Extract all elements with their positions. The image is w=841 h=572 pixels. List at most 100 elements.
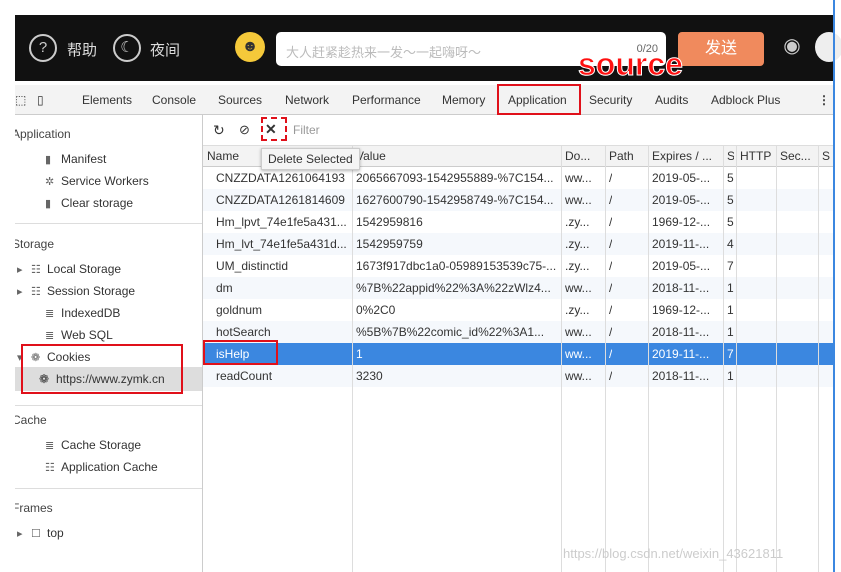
table-row[interactable]: hotSearch %5B%7B%22comic_id%22%3A1... ww..…: [203, 321, 833, 343]
table-cell: ww...: [565, 193, 592, 207]
table-cell: dm: [216, 281, 233, 295]
night-mode-icon[interactable]: ☾: [113, 34, 141, 62]
section-storage: Storage: [15, 237, 55, 251]
device-toolbar-icon[interactable]: ▯: [37, 93, 44, 107]
table-cell: 3230: [356, 369, 383, 383]
sidebar-item-indexeddb[interactable]: ≣ IndexedDB: [45, 306, 120, 320]
table-cell: 7: [727, 259, 734, 273]
column-divider[interactable]: [723, 145, 724, 572]
eye-icon[interactable]: ◉: [778, 34, 806, 62]
help-icon[interactable]: ?: [29, 34, 57, 62]
emoji-icon[interactable]: ☻: [235, 32, 265, 62]
database-icon: ≣: [45, 330, 55, 342]
sidebar-item-clear-storage[interactable]: ▮ Clear storage: [45, 196, 133, 210]
table-cell: CNZZDATA1261814609: [216, 193, 345, 207]
label: Local Storage: [47, 262, 122, 276]
table-row[interactable]: UM_distinctid 1673f917dbc1a0-05989153539c…: [203, 255, 833, 277]
chat-placeholder: 大人赶紧趁热来一发～一起嗨呀～: [286, 45, 482, 60]
expand-arrow-icon[interactable]: ▸: [17, 263, 27, 276]
sidebar-item-manifest[interactable]: ▮ Manifest: [45, 152, 106, 166]
expand-arrow-icon[interactable]: ▸: [17, 285, 27, 298]
sidebar-item-cache-storage[interactable]: ≣ Cache Storage: [45, 438, 141, 452]
table-cell: /: [609, 259, 613, 273]
table-cell: ww...: [565, 369, 592, 383]
tab-audits[interactable]: Audits: [655, 93, 688, 107]
label: Web SQL: [61, 328, 113, 342]
sidebar-item-session-storage[interactable]: ▸ ☷ Session Storage: [17, 284, 135, 298]
table-row[interactable]: CNZZDATA1261814609 1627600790-1542958749-…: [203, 189, 833, 211]
clear-all-icon[interactable]: ⊘: [239, 122, 250, 138]
table-cell: 4: [727, 237, 734, 251]
table-cell: CNZZDATA1261064193: [216, 171, 345, 185]
table-row[interactable]: CNZZDATA1261064193 2065667093-1542955889-…: [203, 167, 833, 189]
table-row[interactable]: goldnum 0%2C0 .zy... / 1969-12-... 1: [203, 299, 833, 321]
label: top: [47, 526, 64, 540]
sidebar-item-top-frame[interactable]: ▸ ☐ top: [17, 526, 64, 540]
tab-console[interactable]: Console: [152, 93, 196, 107]
table-cell: 1542959816: [356, 215, 423, 229]
table-row[interactable]: Hm_lvt_74e1fe5a431d... 1542959759 .zy... / 2…: [203, 233, 833, 255]
column-divider[interactable]: [648, 145, 649, 572]
section-application: Application: [15, 127, 71, 141]
table-cell: ww...: [565, 171, 592, 185]
send-button[interactable]: 发送: [678, 32, 764, 66]
avatar[interactable]: [815, 32, 841, 62]
sidebar-item-local-storage[interactable]: ▸ ☷ Local Storage: [17, 262, 121, 276]
column-divider[interactable]: [818, 145, 819, 572]
label: Session Storage: [47, 284, 136, 298]
column-header[interactable]: Do...: [565, 149, 590, 163]
highlight-box: [261, 117, 287, 141]
inspect-icon[interactable]: ⬚: [15, 93, 26, 107]
column-header[interactable]: S: [822, 149, 830, 163]
tab-elements[interactable]: Elements: [82, 93, 132, 107]
column-header[interactable]: Value: [356, 149, 386, 163]
highlight-box: [21, 344, 183, 394]
tab-sources[interactable]: Sources: [218, 93, 262, 107]
table-row[interactable]: readCount 3230 ww... / 2018-11-... 1: [203, 365, 833, 387]
table-row[interactable]: Hm_lpvt_74e1fe5a431... 1542959816 .zy... / 1…: [203, 211, 833, 233]
column-divider[interactable]: [352, 145, 353, 572]
tab-memory[interactable]: Memory: [442, 93, 485, 107]
table-cell: /: [609, 347, 613, 361]
column-header[interactable]: Name: [207, 149, 239, 163]
sidebar-item-service-workers[interactable]: ✲ Service Workers: [45, 174, 149, 188]
column-header[interactable]: Sec...: [780, 149, 811, 163]
table-cell: 5: [727, 171, 734, 185]
section-cache: Cache: [15, 413, 47, 427]
tab-security[interactable]: Security: [589, 93, 632, 107]
table-cell: 2019-05-...: [652, 259, 711, 273]
tab-network[interactable]: Network: [285, 93, 329, 107]
more-icon[interactable]: ⋮: [818, 93, 830, 107]
label: Application Cache: [61, 460, 158, 474]
help-link[interactable]: 帮助: [67, 39, 97, 60]
column-divider[interactable]: [736, 145, 737, 572]
table-cell: hotSearch: [216, 325, 271, 339]
column-divider[interactable]: [776, 145, 777, 572]
cookies-panel: ↻ ⊘ ✕ Filter CNZZDATA1261064193 206566709…: [203, 115, 833, 572]
label: Clear storage: [61, 196, 134, 210]
refresh-icon[interactable]: ↻: [213, 122, 225, 139]
tab-performance[interactable]: Performance: [352, 93, 421, 107]
column-divider[interactable]: [561, 145, 562, 572]
table-row[interactable]: isHelp 1 ww.../2019-11-... 7: [203, 343, 833, 365]
column-header[interactable]: Path: [609, 149, 634, 163]
table-cell: 1627600790-1542958749-%7C154...: [356, 193, 554, 207]
filter-input[interactable]: Filter: [289, 119, 589, 139]
table-row[interactable]: dm %7B%22appid%22%3A%22zWlz4... ww... / 2018…: [203, 277, 833, 299]
expand-arrow-icon[interactable]: ▸: [17, 527, 27, 540]
tab-adblock-plus[interactable]: Adblock Plus: [711, 93, 780, 107]
column-divider[interactable]: [605, 145, 606, 572]
sidebar-item-application-cache[interactable]: ☷ Application Cache: [45, 460, 158, 474]
table-cell: 2018-11-...: [652, 325, 710, 339]
table-cell: 1: [727, 325, 734, 339]
divider: [15, 488, 202, 489]
section-frames: Frames: [15, 501, 53, 515]
table-cell: /: [609, 215, 613, 229]
night-mode-link[interactable]: 夜间: [150, 39, 180, 60]
sidebar-item-web-sql[interactable]: ≣ Web SQL: [45, 328, 113, 342]
column-header[interactable]: Expires / ...: [652, 149, 712, 163]
column-header[interactable]: S: [727, 149, 734, 163]
divider: [15, 223, 202, 224]
grid-icon: ☷: [31, 286, 41, 298]
column-header[interactable]: HTTP: [740, 149, 771, 163]
